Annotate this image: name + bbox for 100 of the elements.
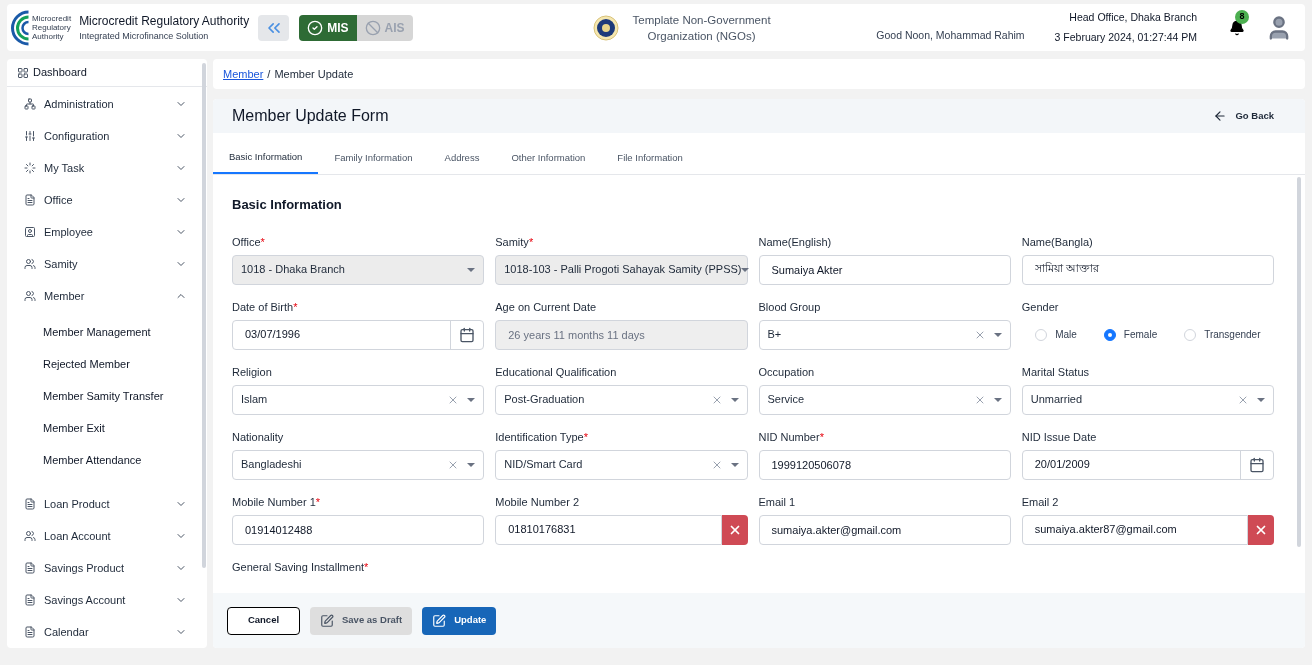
field-label: Name(English) (758, 234, 833, 250)
check-icon (307, 19, 324, 36)
field-label: Office* (232, 234, 266, 250)
logo-caption: Microcredit (32, 14, 72, 23)
select-field[interactable]: Unmarried (1021, 384, 1274, 415)
select-field[interactable]: B+ (758, 319, 1011, 350)
remove-button[interactable] (721, 514, 748, 545)
arrow-left-icon (1213, 109, 1228, 123)
field-label: Mobile Number 1* (232, 494, 322, 510)
tab[interactable]: Family Information (318, 143, 429, 174)
dropdown-caret-icon (730, 462, 739, 467)
submenu-item[interactable]: Member Attendance (7, 444, 207, 476)
module-tab[interactable]: MIS (299, 14, 357, 41)
field-label: Gender (1021, 299, 1060, 315)
menu-icon (24, 98, 36, 110)
select-value: 1018-103 - Palli Progoti Sahayak Samity (PPSS) (504, 262, 742, 278)
dropdown-caret-icon (741, 267, 750, 272)
submenu-item[interactable]: Member Management (7, 316, 207, 348)
input-field[interactable]: 01914012488 (232, 514, 485, 545)
field-label: Name(Bangla) (1021, 234, 1094, 250)
date-field[interactable]: 20/01/2009 (1021, 449, 1274, 480)
field-label: Religion (232, 364, 273, 380)
tab[interactable]: File Information (601, 143, 699, 174)
tab[interactable]: Other Information (495, 143, 602, 174)
sidebar-item[interactable]: Savings Product (7, 552, 207, 584)
menu-icon (24, 626, 36, 638)
seal-emblem-icon (592, 14, 619, 41)
footer-button[interactable]: Update (422, 606, 497, 635)
sidebar-item[interactable]: Administration (7, 88, 207, 120)
breadcrumb-link[interactable]: Member (223, 65, 264, 83)
menu-icon (24, 162, 36, 174)
sidebar-item[interactable]: Loan Account (7, 520, 207, 552)
input-field[interactable]: Sumaiya Akter (758, 254, 1011, 285)
authority-logo (11, 9, 31, 46)
ngo-name: Template Non-Government Organization (NGOs) (631, 12, 772, 44)
select-field[interactable]: Service (758, 384, 1011, 415)
sidebar-item[interactable]: Office (7, 184, 207, 216)
dropdown-caret-icon (467, 462, 476, 467)
bell-icon (1229, 19, 1245, 36)
menu-icon (24, 130, 36, 142)
edit-icon (320, 613, 334, 628)
select-field[interactable]: NID/Smart Card (495, 449, 748, 480)
date-value: 20/01/2009 (1033, 457, 1091, 473)
select-value: Islam (241, 392, 269, 408)
calendar-icon (1249, 456, 1265, 473)
greeting-text: Good Noon, Mohammad Rahim (876, 27, 1025, 43)
dropdown-caret-icon (1257, 397, 1265, 402)
input-field[interactable]: sumaiya.akter@gmail.com (758, 514, 1011, 545)
field-label: NID Issue Date (1021, 429, 1098, 445)
submenu-item[interactable]: Member Samity Transfer (7, 380, 207, 412)
tab[interactable]: Basic Information (213, 143, 319, 174)
sidebar-item[interactable]: Loan Product (7, 488, 207, 520)
dropdown-caret-icon (467, 267, 476, 272)
submenu-item[interactable]: Member Exit (7, 412, 207, 444)
radio-label: Male (1055, 328, 1077, 342)
submenu-item[interactable]: Rejected Member (7, 348, 207, 380)
section-title: Basic Information (232, 196, 343, 214)
radio-button[interactable] (1103, 328, 1116, 341)
radio-label: Female (1123, 328, 1158, 342)
select-field[interactable]: Islam (232, 384, 485, 415)
scrollbar[interactable] (1297, 177, 1301, 547)
date-field[interactable]: 03/07/1996 (232, 319, 485, 350)
field-label: General Saving Installment* (232, 559, 370, 575)
field-label: Date of Birth* (232, 299, 299, 315)
sidebar-item[interactable]: My Task (7, 152, 207, 184)
input-field[interactable]: সামিয়া আক্তার (1021, 254, 1274, 285)
footer-button[interactable]: Cancel (227, 606, 300, 635)
remove-button[interactable] (1248, 514, 1274, 545)
select-value: Service (767, 392, 806, 408)
menu-icon (24, 290, 36, 302)
field-label: Marital Status (1021, 364, 1090, 380)
dropdown-caret-icon (467, 397, 476, 402)
sidebar-item[interactable]: Samity (7, 248, 207, 280)
edit-icon (432, 613, 447, 628)
collapse-button[interactable] (258, 14, 290, 41)
sidebar-item[interactable]: Member (7, 280, 207, 312)
input-field[interactable]: 01810176831 (495, 514, 722, 545)
dropdown-caret-icon (993, 397, 1002, 402)
org-subtitle: Integrated Microfinance Solution (79, 29, 210, 43)
sidebar-item[interactable]: Configuration (7, 120, 207, 152)
sidebar-item[interactable]: Employee (7, 216, 207, 248)
tab[interactable]: Address (428, 143, 496, 174)
input-field[interactable]: sumaiya.akter87@gmail.com (1021, 514, 1248, 545)
dropdown-caret-icon (730, 397, 739, 402)
notification-badge: 8 (1235, 9, 1249, 24)
sidebar-item[interactable]: Calendar (7, 616, 207, 648)
field-label: Nationality (232, 429, 285, 445)
sidebar-item[interactable]: Savings Account (7, 584, 207, 616)
select-value: NID/Smart Card (504, 457, 584, 473)
go-back-button[interactable]: Go Back (1213, 108, 1274, 124)
scrollbar[interactable] (202, 63, 206, 568)
logo-caption: Authority (32, 32, 65, 41)
breadcrumb-separator: / (267, 66, 271, 82)
menu-icon (24, 530, 36, 542)
input-field[interactable]: 1999120506078 (758, 449, 1011, 480)
field-label: Email 2 (1021, 494, 1060, 510)
select-field[interactable]: Bangladeshi (232, 449, 485, 480)
branch-name: Head Office, Dhaka Branch (1069, 9, 1197, 25)
select-field[interactable]: Post-Graduation (495, 384, 748, 415)
sidebar-item[interactable]: Dashboard (33, 64, 87, 81)
